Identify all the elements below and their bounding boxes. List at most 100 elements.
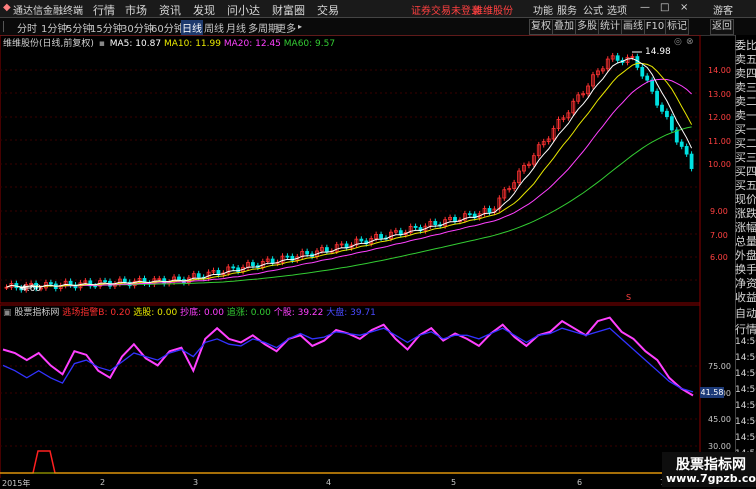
ma60-line <box>6 126 692 288</box>
menu-options[interactable]: 选项 <box>607 2 627 17</box>
dropdown-icon[interactable]: ▪ <box>99 39 105 49</box>
side-quote-item[interactable]: 卖三 <box>735 79 756 93</box>
candle-body <box>305 251 310 255</box>
menu-market-quotes[interactable]: 行情 <box>93 2 115 18</box>
menu-market[interactable]: 市场 <box>125 2 147 18</box>
ma20-line <box>6 78 692 288</box>
tick-time-item[interactable]: 14:50 <box>735 401 756 415</box>
side-quote-item[interactable]: 净资 <box>735 275 756 289</box>
chase-label: 追涨: 0.00 <box>226 308 271 318</box>
side-quote-item[interactable]: 买四 <box>735 163 756 177</box>
tab-60min[interactable]: 60分钟 <box>151 20 184 35</box>
current-value-badge: 41.58 <box>700 387 724 398</box>
stock-label: 个股: 39.22 <box>273 308 324 318</box>
auto-quote-item[interactable]: 行情 <box>735 321 756 335</box>
tab-more[interactable]: 更多 <box>276 20 296 35</box>
user-guest-label[interactable]: 游客 <box>713 2 733 17</box>
price-tick: 12.00 <box>708 113 731 122</box>
title-bar: ◆ 通达信金融终端 行情 市场 资讯 发现 问小达 财富圈 交易 证券交易未登录… <box>0 0 756 18</box>
overlay-button[interactable]: 叠加 <box>552 19 576 35</box>
candle-body <box>359 238 364 242</box>
period-toolbar: 分时 1分钟 5分钟 15分钟 30分钟 60分钟 日线 周线 月线 多周期 更… <box>0 18 756 36</box>
side-quote-item[interactable]: 买三 <box>735 149 756 163</box>
tab-30min[interactable]: 30分钟 <box>121 20 154 35</box>
adjust-button[interactable]: 复权 <box>529 19 553 35</box>
tab-1min[interactable]: 1分钟 <box>41 20 67 35</box>
tab-weekly[interactable]: 周线 <box>204 20 224 35</box>
tab-daily[interactable]: 日线 <box>181 20 203 35</box>
minimize-button[interactable]: — <box>640 2 650 13</box>
tick-time-item[interactable]: 14:50 <box>735 337 756 351</box>
menu-functions[interactable]: 功能 <box>533 2 553 17</box>
multi-stock-button[interactable]: 多股 <box>575 19 599 35</box>
menu-services[interactable]: 服务 <box>557 2 577 17</box>
chevron-right-icon[interactable]: ▸ <box>298 22 302 31</box>
tick-time-item[interactable]: 14:50 <box>735 385 756 399</box>
side-quote-item[interactable]: 现价 <box>735 191 756 205</box>
mark-button[interactable]: 标记 <box>665 19 689 35</box>
close-button[interactable]: × <box>680 2 688 13</box>
menu-wealth-circle[interactable]: 财富圈 <box>272 2 305 18</box>
maximize-button[interactable]: □ <box>660 2 669 13</box>
indicator-tick: 30.00 <box>708 442 731 451</box>
candle-body <box>467 213 472 216</box>
candle-body <box>285 255 290 258</box>
indicator-settings-icon[interactable]: ▣ <box>3 308 12 318</box>
candle-body <box>615 55 620 61</box>
auto-quote-item[interactable]: 自动 <box>735 305 756 319</box>
tick-time-item[interactable]: 14:50 <box>735 417 756 431</box>
price-tick: 6.00 <box>710 253 728 262</box>
side-quote-item[interactable]: 涨跌 <box>735 205 756 219</box>
price-tick: 13.00 <box>708 90 731 99</box>
candle-body <box>93 285 98 288</box>
kline-chart-area[interactable] <box>0 35 735 487</box>
high-price-label: 14.98 <box>645 47 671 57</box>
back-button[interactable]: 返回 <box>710 19 734 35</box>
escape-alert-line <box>0 450 700 474</box>
main-chart-frame <box>0 35 701 304</box>
chart-title: 维维股份(日线,前复权) <box>3 39 94 49</box>
candle-body <box>251 262 255 267</box>
side-quote-item[interactable]: 换手 <box>735 261 756 275</box>
side-quote-item[interactable]: 买五 <box>735 177 756 191</box>
menu-ask-assistant[interactable]: 问小达 <box>227 2 260 18</box>
chart-close-icon[interactable]: ⊗ <box>686 37 694 47</box>
side-quote-item[interactable]: 卖一 <box>735 107 756 121</box>
login-notice[interactable]: 证券交易未登录 <box>411 2 481 17</box>
side-quote-item[interactable]: 外盘 <box>735 247 756 261</box>
candle-body <box>122 278 127 283</box>
tick-time-item[interactable]: 14:50 <box>735 369 756 383</box>
chart-settings-icon[interactable]: ◎ <box>674 37 682 47</box>
menu-news[interactable]: 资讯 <box>159 2 181 18</box>
side-quote-item[interactable]: 委比 <box>735 37 756 51</box>
tick-time-item[interactable]: 14:50 <box>735 353 756 367</box>
candle-body <box>655 90 659 106</box>
draw-line-button[interactable]: 画线 <box>621 19 645 35</box>
side-quote-item[interactable]: 卖二 <box>735 93 756 107</box>
f10-button[interactable]: F10 <box>644 19 666 35</box>
menu-formula[interactable]: 公式 <box>583 2 603 17</box>
tab-monthly[interactable]: 月线 <box>226 20 246 35</box>
side-quote-item[interactable]: 卖五 <box>735 51 756 65</box>
tab-intraday[interactable]: 分时 <box>17 20 37 35</box>
broker-name[interactable]: 维维股份 <box>473 2 513 17</box>
tab-15min[interactable]: 15分钟 <box>90 20 123 35</box>
candle-body <box>679 141 684 147</box>
candlestick-series[interactable] <box>4 52 694 293</box>
side-quote-item[interactable]: 卖四 <box>735 65 756 79</box>
ma5-label: MA5: 10.87 <box>109 39 162 49</box>
candle-body <box>196 273 201 278</box>
side-quote-item[interactable]: 涨幅 <box>735 219 756 233</box>
date-label: 4 <box>326 478 332 487</box>
side-quote-item[interactable]: 收益 <box>735 289 756 303</box>
menu-trade[interactable]: 交易 <box>317 2 339 18</box>
tick-time-item[interactable]: 14:50 <box>735 433 756 447</box>
side-quote-item[interactable]: 总量 <box>735 233 756 247</box>
tab-5min[interactable]: 5分钟 <box>66 20 92 35</box>
side-quote-item[interactable]: 买二 <box>735 135 756 149</box>
statistics-button[interactable]: 统计 <box>598 19 622 35</box>
side-quote-item[interactable]: 买一 <box>735 121 756 135</box>
sell-marker: S <box>626 293 632 302</box>
menu-discover[interactable]: 发现 <box>193 2 215 18</box>
tab-multi-period[interactable]: 多周期 <box>248 20 278 35</box>
